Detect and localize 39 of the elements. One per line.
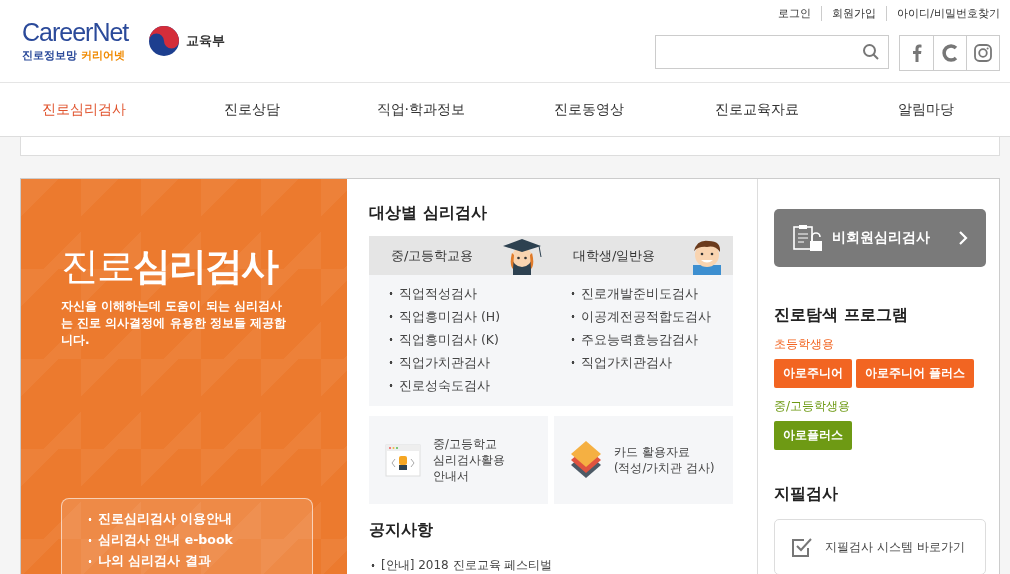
search-field[interactable] (655, 35, 889, 69)
nav-tab[interactable]: 진로교육자료 (673, 100, 842, 119)
logo-wordmark: CareerNet (22, 19, 129, 45)
browser-hand-icon (385, 442, 421, 478)
resource-label: 카드 활용자료 (적성/가치관 검사) (614, 443, 715, 477)
search-icon[interactable] (862, 43, 880, 61)
chevron-right-icon (958, 231, 968, 245)
top-link[interactable]: 회원가입 (821, 6, 887, 21)
audience-label: 중/고등학생용 (774, 398, 852, 415)
audience-label: 초등학생용 (774, 336, 835, 353)
checkbox-icon (791, 536, 813, 558)
nav-tab[interactable]: 진로동영상 (505, 100, 674, 119)
nav-tab[interactable]: 진로상담 (168, 100, 337, 119)
hero-title: 진로심리검사 (61, 243, 279, 290)
hero-description: 자신을 이해하는데 도움이 되는 심리검사는 진로 의사결정에 유용한 정보들 제공합니다. (61, 298, 287, 349)
section-title: 진로탐색 프로그램 (774, 305, 909, 326)
nav-tab[interactable]: 진로심리검사 (0, 100, 169, 119)
resource-card[interactable]: 카드 활용자료 (적성/가치관 검사) (554, 416, 733, 504)
instagram-icon[interactable] (974, 44, 992, 62)
facebook-icon[interactable] (911, 44, 922, 62)
ministry-name: 교육부 (186, 32, 226, 50)
resource-label: 중/고등학교 심리검사활용 안내서 (433, 435, 505, 485)
column-heading: 대학생/일반용 (573, 246, 656, 265)
stacked-cards-icon (570, 440, 602, 480)
column-heading: 중/고등학교용 (391, 246, 474, 265)
nav-tab[interactable]: 알림마당 (841, 100, 1010, 119)
nav-tab[interactable]: 직업·학과정보 (336, 100, 505, 119)
resource-card[interactable]: 중/고등학교 심리검사활용 안내서 (369, 416, 548, 504)
top-link[interactable]: 로그인 (768, 6, 822, 21)
section-title: 대상별 심리검사 (369, 203, 488, 224)
section-title: 지필검사 (774, 484, 839, 505)
top-link[interactable]: 아이디/비밀번호찾기 (886, 6, 1000, 21)
c-logo-icon[interactable] (942, 44, 958, 62)
taegeuk-emblem-icon (148, 25, 181, 57)
guest-test-button[interactable]: 비회원심리검사 (774, 209, 986, 267)
careernet-logo[interactable]: CareerNet 진로정보망 커리어넷 (22, 19, 129, 63)
section-title: 공지사항 (369, 520, 434, 541)
paper-test-link[interactable]: 지필검사 시스템 바로가기 (774, 519, 986, 574)
logo-subtitle: 진로정보망 커리어넷 (22, 47, 126, 63)
